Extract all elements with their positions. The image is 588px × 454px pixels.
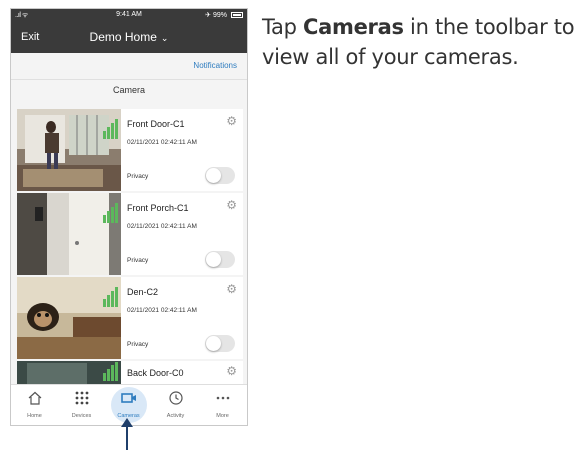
status-bar: ..ıl ᯤ 9:41 AM ✈ 99%: [11, 9, 247, 23]
camera-card[interactable]: Front Porch-C1 ⚙ 02/11/2021 02:42:11 AM …: [17, 193, 243, 275]
phone-screen: ..ıl ᯤ 9:41 AM ✈ 99% Exit Demo Home ⌄ Not…: [10, 8, 248, 426]
camera-timestamp: 02/11/2021 02:42:11 AM: [127, 223, 197, 230]
instruction-before: Tap: [262, 15, 304, 39]
notifications-row: Notifications: [11, 53, 247, 80]
camera-name: Front Porch-C1: [127, 203, 189, 213]
gear-icon[interactable]: ⚙: [226, 114, 237, 128]
home-icon: [11, 391, 58, 413]
camera-name: Back Door-C0: [127, 368, 184, 378]
camera-card[interactable]: Front Door-C1 ⚙ 02/11/2021 02:42:11 AM P…: [17, 109, 243, 191]
instruction-text: Tap Cameras in the toolbar to view all o…: [262, 12, 584, 72]
grid-icon: [58, 391, 105, 413]
tab-home[interactable]: Home: [11, 385, 58, 425]
chevron-down-icon: ⌄: [160, 33, 169, 43]
tab-label: Devices: [71, 413, 92, 419]
battery-icon: [231, 12, 243, 18]
camera-thumbnail[interactable]: [17, 361, 121, 384]
gear-icon[interactable]: ⚙: [226, 198, 237, 212]
tab-more[interactable]: More: [199, 385, 246, 425]
camera-name: Front Door-C1: [127, 119, 185, 129]
camera-thumbnail[interactable]: [17, 277, 121, 359]
tab-label: Activity: [166, 413, 185, 419]
more-icon: [199, 391, 246, 413]
arrow-shaft: [126, 424, 128, 450]
camera-thumbnail[interactable]: [17, 193, 121, 275]
home-title: Demo Home: [89, 30, 157, 44]
camera-thumbnail[interactable]: [17, 109, 121, 191]
notifications-link[interactable]: Notifications: [193, 61, 237, 70]
tab-label: Home: [27, 413, 42, 419]
privacy-toggle[interactable]: [205, 251, 235, 268]
tab-devices[interactable]: Devices: [58, 385, 105, 425]
home-selector[interactable]: Demo Home ⌄: [11, 30, 247, 44]
clock-icon: [152, 391, 199, 413]
instruction-highlight: Cameras: [303, 15, 404, 39]
privacy-label: Privacy: [127, 341, 149, 348]
camera-timestamp: 02/11/2021 02:42:11 AM: [127, 307, 197, 314]
app-header: Exit Demo Home ⌄: [11, 23, 247, 53]
privacy-label: Privacy: [127, 173, 149, 180]
gear-icon[interactable]: ⚙: [226, 282, 237, 296]
gear-icon[interactable]: ⚙: [226, 364, 237, 378]
tab-label: More: [216, 413, 229, 419]
section-title: Camera: [112, 85, 145, 95]
battery-level: ✈ 99%: [205, 12, 227, 19]
camera-timestamp: 02/11/2021 02:42:11 AM: [127, 139, 197, 146]
camera-name: Den-C2: [127, 287, 159, 297]
camera-card[interactable]: Den-C2 ⚙ 02/11/2021 02:42:11 AM Privacy: [17, 277, 243, 359]
privacy-toggle[interactable]: [205, 167, 235, 184]
privacy-toggle[interactable]: [205, 335, 235, 352]
camera-icon: [105, 391, 152, 413]
camera-card[interactable]: Back Door-C0 ⚙: [17, 361, 243, 384]
privacy-label: Privacy: [127, 257, 149, 264]
tab-activity[interactable]: Activity: [152, 385, 199, 425]
